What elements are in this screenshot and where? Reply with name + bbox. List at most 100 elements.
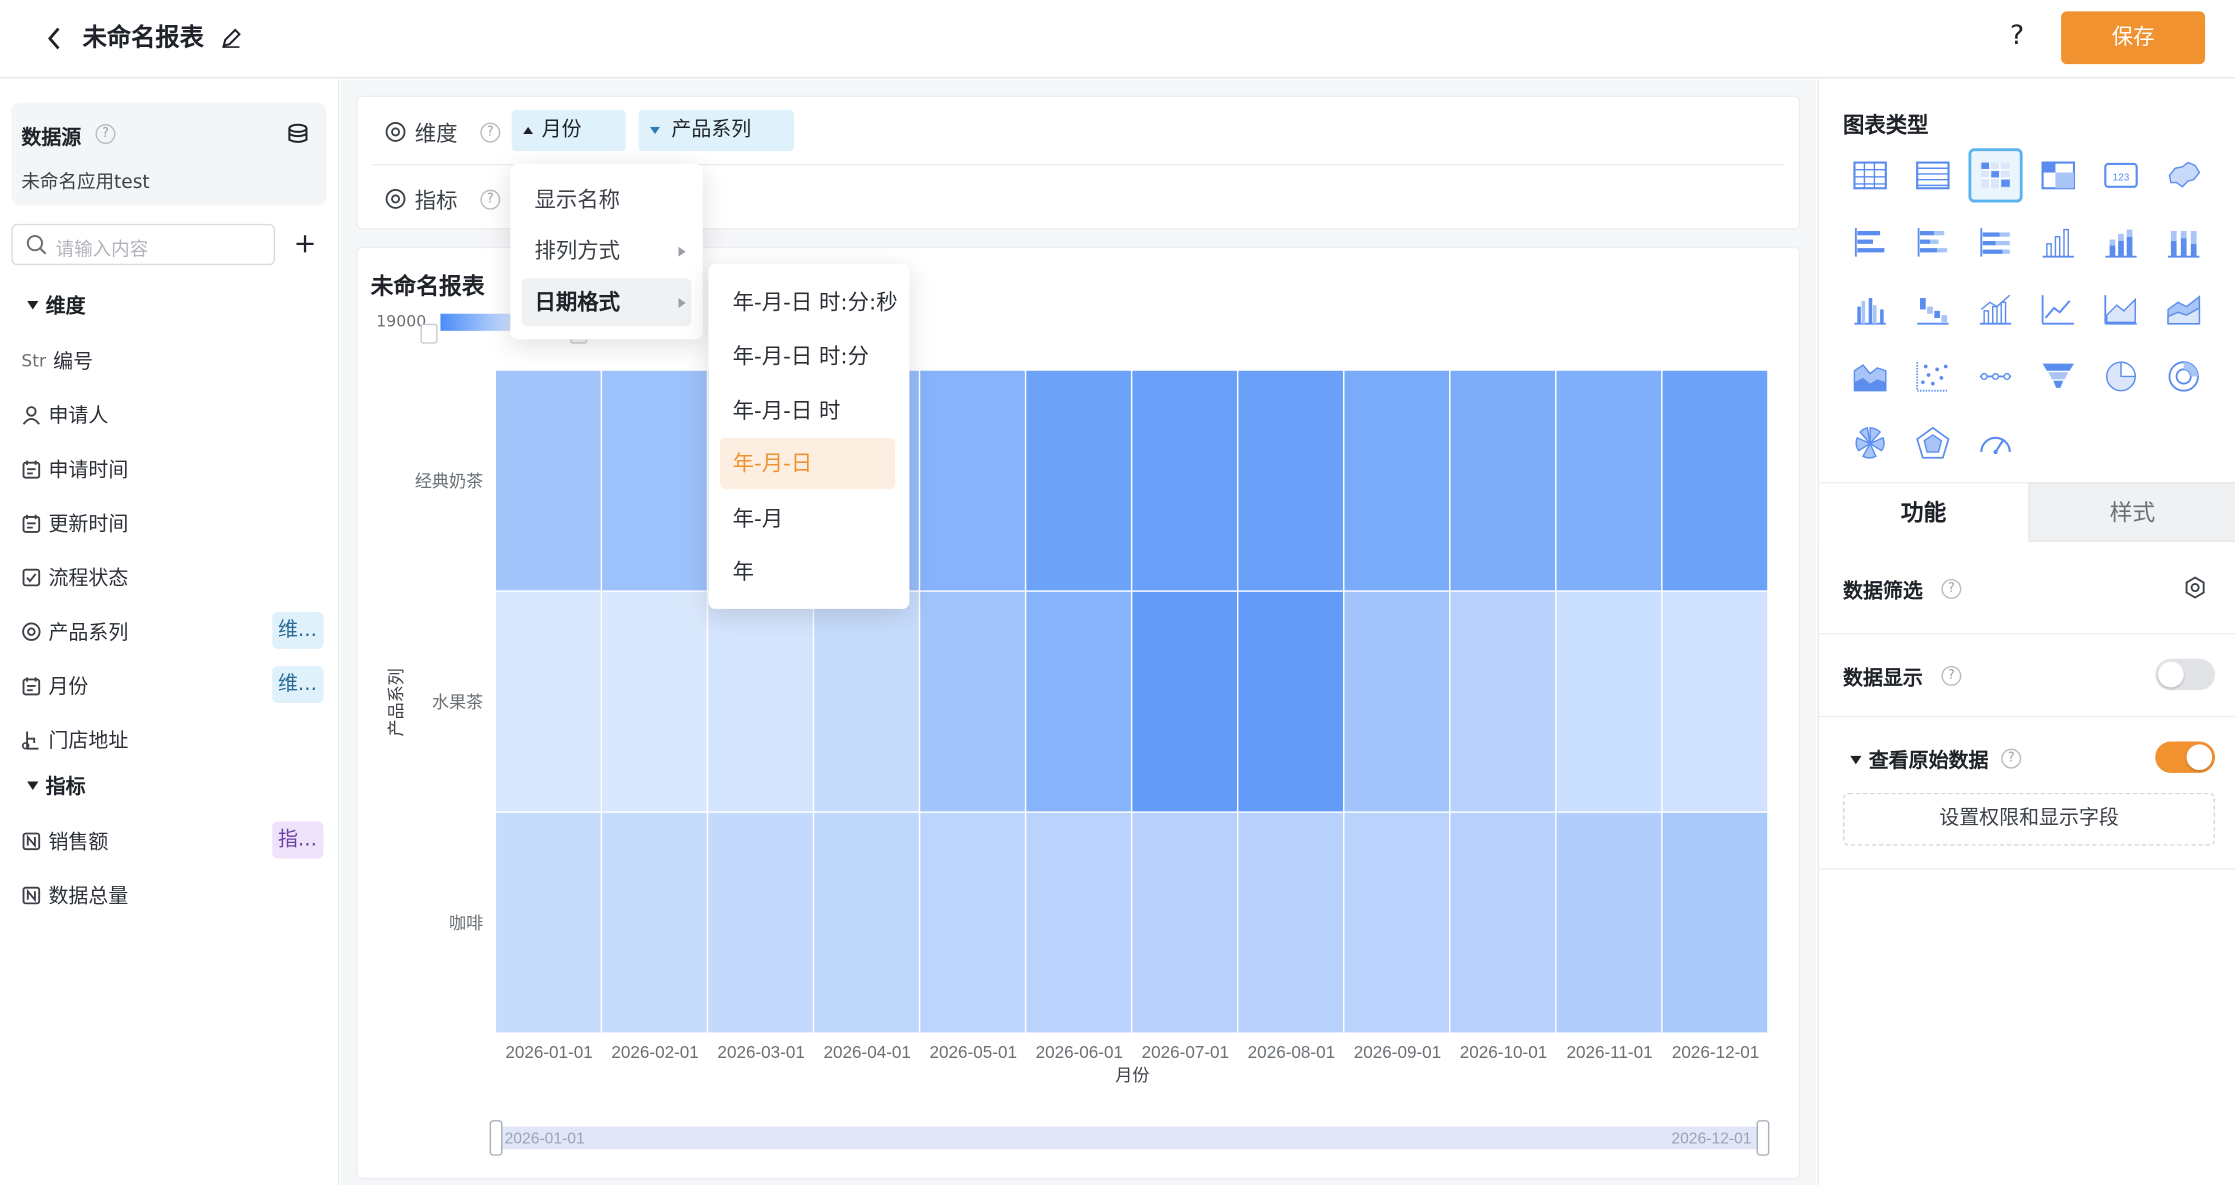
chart-type-detail-table-icon[interactable] xyxy=(1909,151,1957,199)
x-tick-label: 2026-12-01 xyxy=(1672,1043,1759,1062)
chart-type-column-percent-icon[interactable] xyxy=(2159,218,2207,266)
tab-function[interactable]: 功能 xyxy=(1818,481,2029,542)
field-search-input[interactable]: 请输入内容 xyxy=(11,223,276,266)
menu-item-display-name[interactable]: 显示名称 xyxy=(522,175,692,223)
chart-type-waterfall-icon[interactable] xyxy=(1909,285,1957,333)
caret-down-icon xyxy=(649,126,660,134)
date-format-option[interactable]: 年-月 xyxy=(720,495,898,543)
search-icon xyxy=(26,234,47,255)
date-format-option[interactable]: 年-月-日 时:分 xyxy=(720,332,898,380)
chart-type-area-percent-icon[interactable] xyxy=(1846,352,1894,400)
measure-item-sales[interactable]: 销售额 xyxy=(21,826,108,857)
field-label: 流程状态 xyxy=(48,567,129,591)
x-tick-label: 2026-07-01 xyxy=(1142,1043,1229,1062)
database-icon[interactable] xyxy=(285,121,311,147)
date-format-option[interactable]: 年-月-日 时:分:秒 xyxy=(720,278,898,326)
date-format-option[interactable]: 年 xyxy=(720,548,898,596)
menu-item-sort[interactable]: 排列方式 xyxy=(522,227,692,275)
chart-type-combo-icon[interactable] xyxy=(1971,285,2019,333)
chart-type-area-stacked-icon[interactable] xyxy=(2159,285,2207,333)
chevron-right-icon xyxy=(678,298,686,309)
chart-type-heatmap-table-icon[interactable] xyxy=(1968,148,2023,203)
heatmap-cell xyxy=(1344,812,1450,1033)
heatmap-cell xyxy=(1662,812,1768,1033)
field-item-store-address[interactable]: 门店地址 xyxy=(21,724,128,755)
chip-month[interactable]: 月份 xyxy=(511,109,626,152)
raw-data-toggle[interactable] xyxy=(2155,741,2216,773)
help-icon: ? xyxy=(1941,578,1962,599)
field-item-apply-time[interactable]: 申请时间 xyxy=(21,453,128,484)
field-item-id[interactable]: Str 编号 xyxy=(21,345,93,376)
field-item-status[interactable]: 流程状态 xyxy=(21,562,128,593)
heatmap-cell xyxy=(1344,591,1450,812)
x-axis-label: 月份 xyxy=(1115,1066,1149,1085)
date-format-option-selected[interactable]: 年-月-日 xyxy=(719,437,896,490)
heatmap-cell xyxy=(1662,370,1768,591)
back-icon[interactable] xyxy=(40,23,69,54)
field-item-applicant[interactable]: 申请人 xyxy=(21,399,108,430)
save-button[interactable]: 保存 xyxy=(2061,11,2206,65)
x-tick-label: 2026-03-01 xyxy=(717,1043,804,1062)
chart-type-bar-horizontal-percent-icon[interactable] xyxy=(1971,218,2019,266)
top-header: 未命名报表 ? 保存 xyxy=(0,0,2235,79)
calendar-icon xyxy=(22,514,41,533)
zoom-start-handle xyxy=(489,1120,503,1156)
chip-label: 月份 xyxy=(541,118,582,142)
heatmap-chart: 经典奶茶水果茶咖啡 2026-01-01 2026-02-01 2026-03-01 2… xyxy=(387,370,1770,1156)
help-icon[interactable]: ? xyxy=(2010,20,2024,51)
chart-type-bar-horizontal-stacked-icon[interactable] xyxy=(1909,218,1957,266)
chart-type-column-stacked-icon[interactable] xyxy=(2097,218,2145,266)
chart-type-scatter-icon[interactable] xyxy=(1909,352,1957,400)
chart-type-pie-icon[interactable] xyxy=(2097,352,2145,400)
heatmap-cell xyxy=(1238,370,1344,591)
chart-type-column-grouped-icon[interactable] xyxy=(1846,285,1894,333)
datasource-app-name: 未命名应用test xyxy=(21,172,150,194)
measure-section-header[interactable]: 指标 xyxy=(27,771,86,800)
caret-down-icon xyxy=(1850,755,1862,765)
chip-product-series[interactable]: 产品系列 xyxy=(638,109,794,152)
field-item-month[interactable]: 月份 xyxy=(21,670,88,701)
heatmap-cell xyxy=(1450,591,1556,812)
dimension-section-header[interactable]: 维度 xyxy=(27,291,86,320)
heatmap-cell xyxy=(602,591,707,812)
heatmap-cell xyxy=(708,812,813,1033)
add-icon[interactable] xyxy=(292,231,318,257)
chart-type-area-icon[interactable] xyxy=(2097,285,2145,333)
edit-icon[interactable] xyxy=(220,26,243,52)
number-icon xyxy=(22,832,41,851)
raw-data-section-header[interactable]: 查看原始数据 xyxy=(1850,746,1988,775)
measure-item-count[interactable]: 数据总量 xyxy=(21,880,128,911)
chart-type-rose-icon[interactable] xyxy=(1846,419,1894,467)
chart-type-line-icon[interactable] xyxy=(2034,285,2082,333)
chart-type-bar-horizontal-icon[interactable] xyxy=(1846,218,1894,266)
heatmap-cell xyxy=(1556,812,1662,1033)
chart-type-cross-table-icon[interactable] xyxy=(2034,151,2082,199)
date-format-option[interactable]: 年-月-日 时 xyxy=(720,386,898,434)
set-permission-button[interactable]: 设置权限和显示字段 xyxy=(1843,792,2216,846)
chart-type-title: 图表类型 xyxy=(1843,112,1929,139)
chart-type-gauge-icon[interactable] xyxy=(1971,419,2019,467)
heatmap-cell xyxy=(1132,591,1237,812)
settings-icon[interactable] xyxy=(2181,573,2210,602)
chart-type-funnel-icon[interactable] xyxy=(2034,352,2082,400)
y-tick-label: 咖啡 xyxy=(449,914,483,933)
field-item-update-time[interactable]: 更新时间 xyxy=(21,508,128,539)
divider xyxy=(1818,715,2235,718)
chart-type-column-icon[interactable] xyxy=(2034,218,2082,266)
field-label: 更新时间 xyxy=(48,513,129,537)
config-panel: 图表类型 123 功能 样式 数据筛选 ? 数据显示 ? 查看原始数据 ? 设置… xyxy=(1817,79,2235,1185)
menu-item-date-format[interactable]: 日期格式 xyxy=(521,278,692,327)
tab-style[interactable]: 样式 xyxy=(2028,481,2235,542)
chart-type-radar-icon[interactable] xyxy=(1909,419,1957,467)
field-item-product-series[interactable]: 产品系列 xyxy=(21,616,128,647)
help-icon: ? xyxy=(2001,748,2022,769)
chart-type-dot-line-icon[interactable] xyxy=(1971,352,2019,400)
x-tick-label: 2026-06-01 xyxy=(1036,1043,1123,1062)
chart-type-donut-icon[interactable] xyxy=(2159,352,2207,400)
data-display-toggle[interactable] xyxy=(2155,658,2216,691)
zoom-slider-track xyxy=(496,1126,1763,1150)
chart-type-map-icon[interactable] xyxy=(2159,151,2207,199)
divider xyxy=(1818,633,2235,635)
chart-type-indicator-card-icon[interactable]: 123 xyxy=(2097,151,2145,199)
chart-type-table-icon[interactable] xyxy=(1846,151,1894,199)
